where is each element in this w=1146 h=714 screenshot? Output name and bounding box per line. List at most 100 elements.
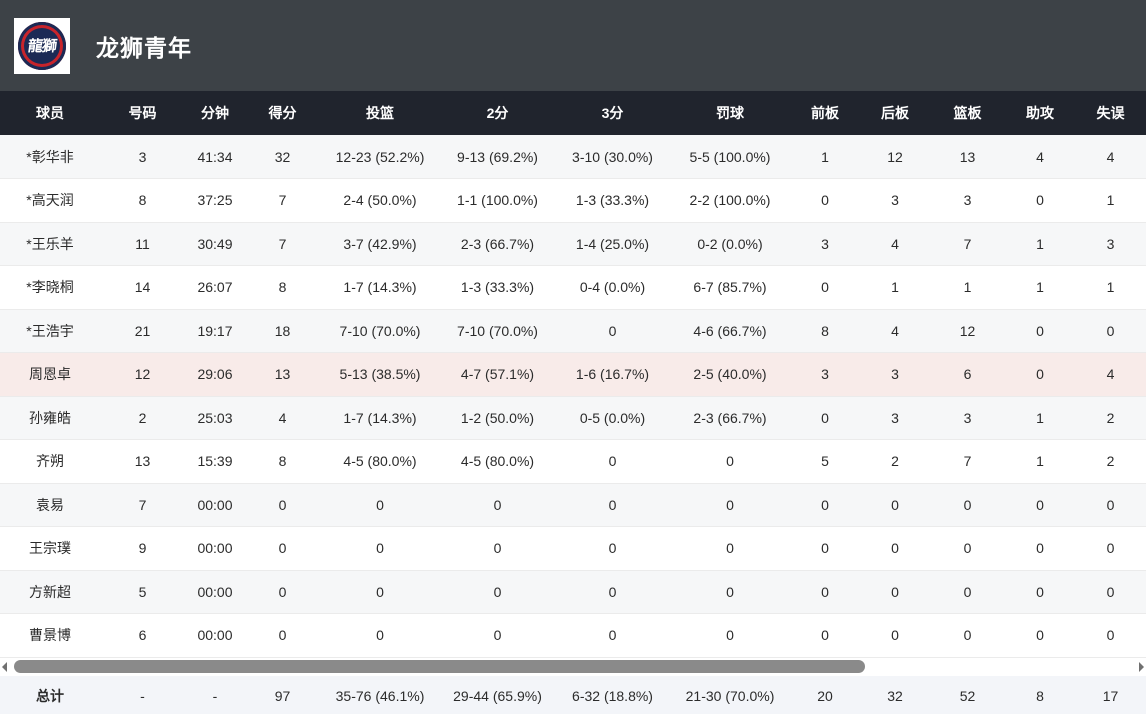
stat-cell: 5 [100,570,185,614]
stat-cell: 6 [930,353,1005,397]
stat-cell: 0 [930,527,1005,571]
stat-cell: 0 [1075,309,1146,353]
stat-cell: 0 [440,614,555,658]
column-header-10: 篮板 [930,91,1005,135]
stat-cell: 0 [670,527,790,571]
stat-cell: 2 [100,396,185,440]
stat-cell: 1-4 (25.0%) [555,222,670,266]
stat-cell: 13 [245,353,320,397]
stats-table[interactable]: 球员号码分钟得分投篮2分3分罚球前板后板篮板助攻失误 *彰华非341:34321… [0,91,1146,658]
scroll-right-arrow-icon[interactable] [1139,662,1144,672]
totals-stat-cell: 21-30 (70.0%) [670,676,790,714]
column-header-2: 分钟 [185,91,245,135]
column-header-4: 投篮 [320,91,440,135]
stat-cell: 32 [245,135,320,179]
player-name-cell: 方新超 [0,570,100,614]
stat-cell: 12 [930,309,1005,353]
stat-cell: 19:17 [185,309,245,353]
stat-cell: 4 [1005,135,1075,179]
stat-cell: 1 [860,266,930,310]
table-row: 齐朔1315:3984-5 (80.0%)4-5 (80.0%)0052712 [0,440,1146,484]
stat-cell: 3 [1075,222,1146,266]
stat-cell: 0 [670,483,790,527]
column-header-5: 2分 [440,91,555,135]
stat-cell: 4-7 (57.1%) [440,353,555,397]
stat-cell: 0 [555,440,670,484]
stat-cell: 12 [100,353,185,397]
stat-cell: 8 [100,179,185,223]
stat-cell: 11 [100,222,185,266]
table-row: *李晓桐1426:0781-7 (14.3%)1-3 (33.3%)0-4 (0… [0,266,1146,310]
stat-cell: 9-13 (69.2%) [440,135,555,179]
totals-stat-cell: - [185,676,245,714]
stat-cell: 29:06 [185,353,245,397]
totals-table: 总计--9735-76 (46.1%)29-44 (65.9%)6-32 (18… [0,676,1146,714]
table-row: *高天润837:2572-4 (50.0%)1-1 (100.0%)1-3 (3… [0,179,1146,223]
stat-cell: 6-7 (85.7%) [670,266,790,310]
stat-cell: 3 [860,179,930,223]
horizontal-scrollbar[interactable] [0,658,1146,676]
stat-cell: 0 [790,266,860,310]
player-name-cell: *李晓桐 [0,266,100,310]
table-row: 方新超500:000000000000 [0,570,1146,614]
stat-cell: 2-3 (66.7%) [670,396,790,440]
stat-cell: 25:03 [185,396,245,440]
table-row: 袁易700:000000000000 [0,483,1146,527]
totals-stat-cell: 6-32 (18.8%) [555,676,670,714]
stat-cell: 00:00 [185,614,245,658]
stat-cell: 30:49 [185,222,245,266]
stat-cell: 1-3 (33.3%) [555,179,670,223]
stat-cell: 0-2 (0.0%) [670,222,790,266]
stat-cell: 0 [440,570,555,614]
scrollbar-track[interactable] [12,660,1134,673]
stat-cell: 0 [1075,570,1146,614]
stat-cell: 1-7 (14.3%) [320,266,440,310]
stat-cell: 3-10 (30.0%) [555,135,670,179]
stat-cell: 37:25 [185,179,245,223]
stat-cell: 0 [860,527,930,571]
totals-stat-cell: 97 [245,676,320,714]
player-name-cell: *王浩宇 [0,309,100,353]
stat-cell: 3 [100,135,185,179]
stat-cell: 7 [100,483,185,527]
stat-cell: 12 [860,135,930,179]
player-name-cell: 孙雍皓 [0,396,100,440]
totals-stat-cell: 32 [860,676,930,714]
table-row: *王浩宇2119:17187-10 (70.0%)7-10 (70.0%)04-… [0,309,1146,353]
column-header-3: 得分 [245,91,320,135]
stat-cell: 0 [320,570,440,614]
stat-cell: 0 [1005,353,1075,397]
stat-cell: 4 [1075,353,1146,397]
scroll-left-arrow-icon[interactable] [2,662,7,672]
scrollbar-thumb[interactable] [14,660,865,673]
stat-cell: 5 [790,440,860,484]
stat-cell: 2-4 (50.0%) [320,179,440,223]
stat-cell: 0 [555,527,670,571]
player-name-cell: *彰华非 [0,135,100,179]
column-header-7: 罚球 [670,91,790,135]
stat-cell: 15:39 [185,440,245,484]
totals-stat-cell: 29-44 (65.9%) [440,676,555,714]
stat-cell: 0 [440,483,555,527]
player-name-cell: *王乐羊 [0,222,100,266]
stat-cell: 1 [1075,179,1146,223]
stat-cell: 00:00 [185,527,245,571]
stat-cell: 1-3 (33.3%) [440,266,555,310]
player-name-cell: 周恩卓 [0,353,100,397]
team-logo: 龍獅 [14,18,70,74]
stat-cell: 3-7 (42.9%) [320,222,440,266]
stat-cell: 2-2 (100.0%) [670,179,790,223]
stat-cell: 0 [860,614,930,658]
stat-cell: 7 [930,222,1005,266]
player-name-cell: 袁易 [0,483,100,527]
stat-cell: 1 [1075,266,1146,310]
stat-cell: 5-5 (100.0%) [670,135,790,179]
stat-cell: 2 [1075,396,1146,440]
stat-cell: 0 [320,483,440,527]
stat-cell: 0 [930,570,1005,614]
stat-cell: 0 [860,570,930,614]
stat-cell: 1-7 (14.3%) [320,396,440,440]
stat-cell: 3 [860,396,930,440]
stat-cell: 4 [860,222,930,266]
stat-cell: 0 [1075,614,1146,658]
